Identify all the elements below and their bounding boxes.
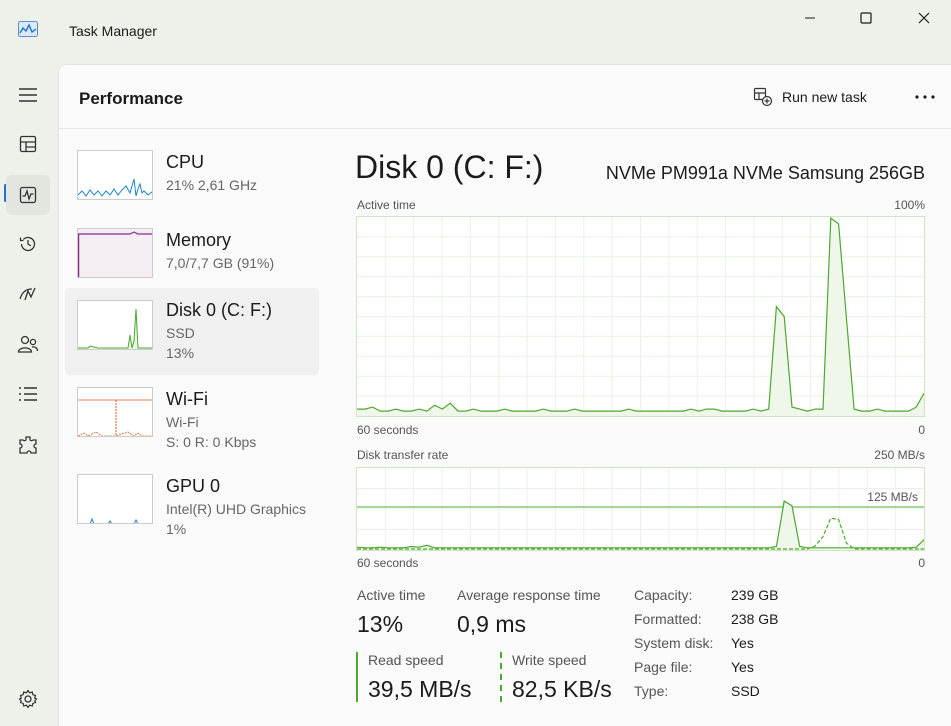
- hamburger-icon: [19, 88, 37, 102]
- system-disk-value: Yes: [731, 635, 754, 651]
- run-new-task-button[interactable]: Run new task: [753, 85, 867, 109]
- more-icon: [915, 95, 935, 99]
- device-stat: 1%: [166, 521, 187, 537]
- read-speed-label: Read speed: [368, 652, 444, 668]
- transfer-rate-min-label: 0: [918, 556, 925, 570]
- capacity-value: 239 GB: [731, 587, 779, 603]
- gpu-thumbnail-graph: [77, 474, 153, 524]
- run-new-task-label: Run new task: [782, 89, 867, 105]
- hamburger-menu-button[interactable]: [6, 75, 50, 115]
- page-header: Performance Run new task: [59, 65, 951, 129]
- gear-icon: [18, 689, 38, 709]
- transfer-rate-graph: 125 MB/s: [356, 467, 925, 551]
- transfer-rate-chart: [356, 468, 925, 550]
- disk-model: NVMe PM991a NVMe Samsung 256GB: [605, 163, 925, 183]
- wifi-thumbnail-graph: [77, 387, 153, 437]
- nav-startup-apps[interactable]: [6, 274, 50, 314]
- device-cpu[interactable]: CPU 21% 2,61 GHz: [65, 150, 319, 236]
- nav-performance[interactable]: [6, 175, 50, 215]
- nav-details[interactable]: [6, 374, 50, 414]
- avg-response-stat-label: Average response time: [457, 587, 601, 603]
- device-type: Wi-Fi: [166, 414, 199, 430]
- active-time-max-label: 100%: [894, 198, 925, 212]
- type-label: Type:: [634, 683, 669, 699]
- page-file-label: Page file:: [634, 659, 693, 675]
- details-icon: [19, 387, 37, 401]
- active-time-stat-value: 13%: [357, 611, 404, 637]
- transfer-rate-graph-label: Disk transfer rate: [357, 448, 449, 462]
- device-name: Memory: [166, 230, 232, 250]
- device-name: CPU: [166, 152, 205, 172]
- capacity-label: Capacity:: [634, 587, 693, 603]
- maximize-button[interactable]: [837, 0, 895, 36]
- device-type: SSD: [166, 325, 195, 341]
- performance-icon: [19, 186, 37, 204]
- processes-icon: [19, 135, 37, 153]
- device-gpu-0[interactable]: GPU 0 Intel(R) UHD Graphics 1%: [65, 474, 319, 560]
- nav-app-history[interactable]: [6, 224, 50, 264]
- close-button[interactable]: [895, 0, 951, 36]
- write-speed-value: 82,5 KB/s: [512, 676, 612, 702]
- device-name: Wi-Fi: [166, 389, 208, 409]
- task-manager-app-icon: [18, 21, 38, 37]
- disk-title: Disk 0 (C: F:): [355, 149, 544, 185]
- device-type: Intel(R) UHD Graphics: [166, 501, 307, 517]
- close-icon: [918, 12, 930, 24]
- device-stat: 7,0/7,7 GB (91%): [166, 255, 275, 271]
- device-name: Disk 0 (C: F:): [166, 300, 272, 320]
- nav-settings[interactable]: [6, 679, 50, 719]
- transfer-rate-max-label: 250 MB/s: [874, 448, 925, 462]
- device-name: GPU 0: [166, 476, 221, 496]
- page-file-value: Yes: [731, 659, 754, 675]
- avg-response-stat-value: 0,9 ms: [457, 611, 527, 637]
- formatted-label: Formatted:: [634, 611, 702, 627]
- title-bar: Task Manager: [0, 0, 951, 64]
- run-task-icon: [753, 87, 773, 107]
- main-panel: Performance Run new task CPU 21% 2,61 GH…: [58, 64, 951, 726]
- read-speed-indicator: [356, 652, 358, 702]
- page-title: Performance: [79, 89, 183, 108]
- startup-icon: [19, 287, 36, 301]
- window-title: Task Manager: [69, 23, 157, 39]
- type-value: SSD: [731, 683, 760, 699]
- active-time-duration-label: 60 seconds: [357, 423, 419, 437]
- write-speed-label: Write speed: [512, 652, 587, 668]
- users-icon: [17, 335, 39, 353]
- device-disk-0[interactable]: Disk 0 (C: F:) SSD 13%: [65, 288, 319, 375]
- active-time-min-label: 0: [918, 423, 925, 437]
- nav-processes[interactable]: [6, 124, 50, 164]
- more-options-button[interactable]: [905, 85, 945, 109]
- device-stat: 13%: [166, 345, 195, 361]
- memory-thumbnail-graph: [77, 228, 153, 278]
- maximize-icon: [860, 12, 872, 24]
- nav-users[interactable]: [6, 324, 50, 364]
- disk-thumbnail-graph: [77, 300, 153, 350]
- active-time-chart: [357, 216, 925, 416]
- minimize-button[interactable]: [781, 0, 839, 36]
- transfer-rate-duration-label: 60 seconds: [357, 556, 419, 570]
- minimize-icon: [805, 17, 815, 19]
- services-icon: [19, 436, 37, 454]
- device-wifi[interactable]: Wi-Fi Wi-Fi S: 0 R: 0 Kbps: [65, 387, 319, 473]
- device-stat: 21% 2,61 GHz: [166, 177, 258, 193]
- write-speed-indicator: [500, 652, 502, 702]
- device-stat: S: 0 R: 0 Kbps: [166, 434, 257, 450]
- read-speed-value: 39,5 MB/s: [368, 676, 472, 702]
- formatted-value: 238 GB: [731, 611, 779, 627]
- system-disk-label: System disk:: [634, 635, 714, 651]
- active-time-graph: [356, 216, 925, 417]
- active-time-stat-label: Active time: [357, 587, 426, 603]
- cpu-thumbnail-graph: [77, 150, 153, 200]
- transfer-rate-mid-label: 125 MB/s: [865, 490, 920, 504]
- active-time-graph-label: Active time: [357, 198, 416, 212]
- history-icon: [19, 236, 36, 252]
- nav-services[interactable]: [6, 425, 50, 465]
